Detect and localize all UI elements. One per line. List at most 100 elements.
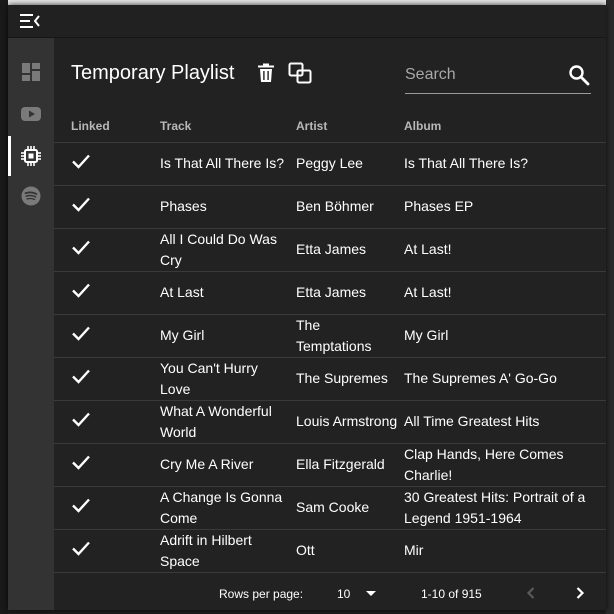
- track-cell: Phases: [160, 185, 296, 229]
- linked-cell: [54, 228, 160, 272]
- table-row[interactable]: Is That All There Is? Peggy Lee Is That Al…: [54, 142, 606, 186]
- sidebar-item-youtube[interactable]: [8, 94, 54, 134]
- linked-cell: [54, 185, 160, 229]
- check-icon: [72, 240, 90, 255]
- youtube-icon: [21, 107, 41, 121]
- main-panel: Temporary Playlist Search Linked Track A…: [54, 38, 606, 610]
- check-icon: [72, 498, 90, 513]
- playlist-window: Temporary Playlist Search Linked Track A…: [8, 5, 606, 610]
- track-cell: You Can't Hurry Love: [160, 357, 296, 401]
- copy-playlist-button[interactable]: [286, 59, 314, 87]
- search-input[interactable]: [405, 62, 560, 88]
- album-cell: The Supremes A' Go-Go: [404, 357, 606, 401]
- track-cell: What A Wonderful World: [160, 400, 296, 444]
- spotify-icon: [21, 186, 41, 206]
- column-header-album[interactable]: Album: [404, 110, 606, 143]
- search-icon[interactable]: [567, 63, 591, 87]
- check-icon: [72, 197, 90, 212]
- trash-icon: [258, 63, 274, 82]
- table-row[interactable]: Adrift in Hilbert Space Ott Mir: [54, 529, 606, 573]
- sidebar-item-spotify[interactable]: [8, 176, 54, 216]
- linked-cell: [54, 486, 160, 530]
- search-box: [405, 58, 591, 94]
- album-cell: Phases EP: [404, 185, 606, 229]
- linked-cell: [54, 443, 160, 487]
- linked-cell: [54, 142, 160, 186]
- table-row[interactable]: All I Could Do Was Cry Etta James At Last!: [54, 228, 606, 272]
- artist-cell: Etta James: [296, 228, 404, 272]
- album-cell: At Last!: [404, 228, 606, 272]
- track-cell: Adrift in Hilbert Space: [160, 529, 296, 573]
- linked-cell: [54, 400, 160, 444]
- artist-cell: Louis Armstrong: [296, 400, 404, 444]
- rows-per-page-select[interactable]: 10: [337, 580, 381, 606]
- table-row[interactable]: A Change Is Gonna Come Sam Cooke 30 Greate…: [54, 486, 606, 530]
- background-right-edge: [606, 0, 614, 614]
- table-row[interactable]: You Can't Hurry Love The Supremes The Supr…: [54, 357, 606, 401]
- sidebar: [8, 38, 54, 610]
- menu-collapse-icon[interactable]: [18, 11, 42, 31]
- rows-per-page-value: 10: [337, 587, 351, 601]
- column-header-linked[interactable]: Linked: [54, 110, 160, 143]
- album-cell: 30 Greatest Hits: Portrait of a Legend 1…: [404, 486, 606, 530]
- dashboard-icon: [22, 63, 40, 81]
- artist-cell: The Supremes: [296, 357, 404, 401]
- playlist-table: Linked Track Artist Album Is That All Th…: [54, 110, 606, 573]
- caret-down-icon: [366, 591, 376, 596]
- table-row[interactable]: Phases Ben Böhmer Phases EP: [54, 185, 606, 229]
- playlist-header: Temporary Playlist: [54, 38, 606, 110]
- check-icon: [72, 154, 90, 169]
- sidebar-item-chip[interactable]: [8, 136, 54, 176]
- chip-icon: [21, 146, 41, 166]
- check-icon: [72, 412, 90, 427]
- check-icon: [72, 455, 90, 470]
- chevron-left-icon: [526, 587, 535, 599]
- table-row[interactable]: At Last Etta James At Last!: [54, 271, 606, 315]
- track-cell: At Last: [160, 271, 296, 315]
- delete-playlist-button[interactable]: [252, 59, 280, 87]
- track-cell: My Girl: [160, 314, 296, 358]
- check-icon: [72, 541, 90, 556]
- check-icon: [72, 283, 90, 298]
- linked-cell: [54, 357, 160, 401]
- check-icon: [72, 326, 90, 341]
- album-cell: Is That All There Is?: [404, 142, 606, 186]
- track-cell: All I Could Do Was Cry: [160, 228, 296, 272]
- artist-cell: Ott: [296, 529, 404, 573]
- column-header-artist[interactable]: Artist: [296, 110, 404, 143]
- track-cell: A Change Is Gonna Come: [160, 486, 296, 530]
- track-cell: Cry Me A River: [160, 443, 296, 487]
- album-cell: All Time Greatest Hits: [404, 400, 606, 444]
- artist-cell: Etta James: [296, 271, 404, 315]
- pagination-range: 1-10 of 915: [421, 587, 482, 601]
- title-bar: [8, 5, 606, 38]
- linked-cell: [54, 529, 160, 573]
- next-page-button[interactable]: [566, 579, 594, 607]
- linked-cell: [54, 314, 160, 358]
- chevron-right-icon: [576, 587, 585, 599]
- table-row[interactable]: What A Wonderful World Louis Armstrong All…: [54, 400, 606, 444]
- sidebar-item-dashboard[interactable]: [8, 52, 54, 92]
- pagination: Rows per page: 10 1-10 of 915: [54, 576, 606, 610]
- artist-cell: Sam Cooke: [296, 486, 404, 530]
- table-row[interactable]: Cry Me A River Ella Fitzgerald Clap Hands,…: [54, 443, 606, 487]
- page-title: Temporary Playlist: [71, 62, 235, 84]
- check-icon: [72, 369, 90, 384]
- album-cell: My Girl: [404, 314, 606, 358]
- track-cell: Is That All There Is?: [160, 142, 296, 186]
- column-header-track[interactable]: Track: [160, 110, 296, 143]
- artist-cell: Ben Böhmer: [296, 185, 404, 229]
- table-row[interactable]: My Girl The Temptations My Girl: [54, 314, 606, 358]
- rows-per-page-label: Rows per page:: [219, 587, 304, 601]
- background-page: [0, 0, 8, 614]
- album-cell: Mir: [404, 529, 606, 573]
- table-header-row: Linked Track Artist Album: [54, 110, 606, 143]
- previous-page-button[interactable]: [517, 579, 545, 607]
- copy-link-icon: [288, 62, 312, 84]
- artist-cell: The Temptations: [296, 314, 404, 358]
- artist-cell: Peggy Lee: [296, 142, 404, 186]
- album-cell: At Last!: [404, 271, 606, 315]
- linked-cell: [54, 271, 160, 315]
- album-cell: Clap Hands, Here Comes Charlie!: [404, 443, 606, 487]
- artist-cell: Ella Fitzgerald: [296, 443, 404, 487]
